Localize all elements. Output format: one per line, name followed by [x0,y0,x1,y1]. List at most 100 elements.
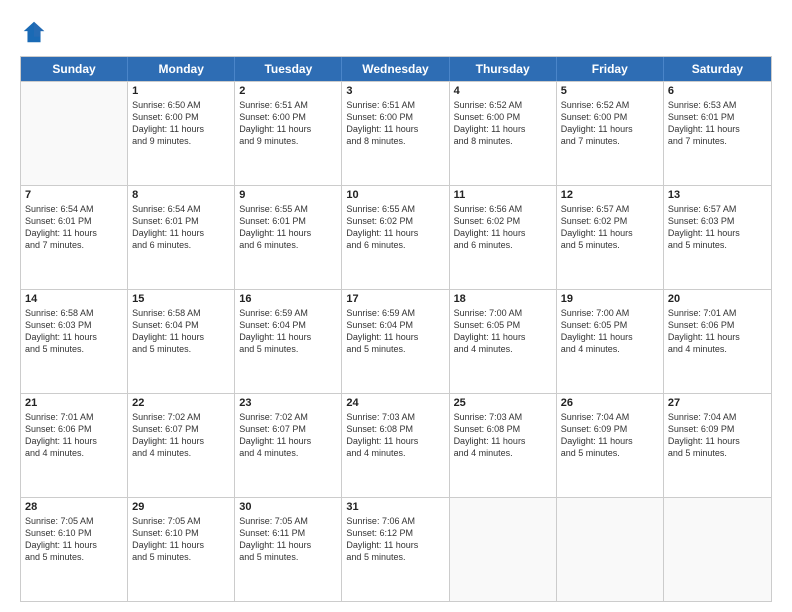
cell-line: and 5 minutes. [668,447,767,459]
cal-cell-26: 26Sunrise: 7:04 AMSunset: 6:09 PMDayligh… [557,394,664,497]
cell-line: Sunset: 6:05 PM [561,319,659,331]
cal-header-sunday: Sunday [21,57,128,81]
cell-line: Sunrise: 6:57 AM [561,203,659,215]
cal-week-3: 21Sunrise: 7:01 AMSunset: 6:06 PMDayligh… [21,393,771,497]
cell-line: and 4 minutes. [25,447,123,459]
day-number: 14 [25,293,123,305]
cell-line: and 4 minutes. [668,343,767,355]
cell-line: Daylight: 11 hours [239,331,337,343]
cell-line: Sunset: 6:01 PM [132,215,230,227]
cell-line: Sunrise: 7:01 AM [25,411,123,423]
day-number: 5 [561,85,659,97]
cell-line: and 5 minutes. [239,551,337,563]
cell-line: and 5 minutes. [346,343,444,355]
cal-cell-22: 22Sunrise: 7:02 AMSunset: 6:07 PMDayligh… [128,394,235,497]
cell-line: Daylight: 11 hours [454,227,552,239]
cell-line: Daylight: 11 hours [668,435,767,447]
cell-line: Daylight: 11 hours [346,227,444,239]
cell-line: Sunrise: 7:00 AM [561,307,659,319]
cell-line: and 4 minutes. [346,447,444,459]
cell-line: Sunrise: 6:57 AM [668,203,767,215]
cell-line: Sunset: 6:04 PM [132,319,230,331]
cell-line: and 7 minutes. [668,135,767,147]
day-number: 10 [346,189,444,201]
cell-line: and 5 minutes. [561,239,659,251]
cell-line: Sunrise: 6:53 AM [668,99,767,111]
cell-line: Sunrise: 6:52 AM [454,99,552,111]
cal-header-tuesday: Tuesday [235,57,342,81]
day-number: 25 [454,397,552,409]
cal-cell-6: 6Sunrise: 6:53 AMSunset: 6:01 PMDaylight… [664,82,771,185]
day-number: 3 [346,85,444,97]
cell-line: Sunrise: 6:50 AM [132,99,230,111]
cell-line: Sunset: 6:08 PM [454,423,552,435]
day-number: 23 [239,397,337,409]
cell-line: Sunrise: 7:02 AM [132,411,230,423]
cell-line: Sunset: 6:10 PM [132,527,230,539]
cell-line: Sunrise: 7:04 AM [668,411,767,423]
cal-header-friday: Friday [557,57,664,81]
cell-line: Sunset: 6:11 PM [239,527,337,539]
day-number: 9 [239,189,337,201]
day-number: 11 [454,189,552,201]
cell-line: Sunset: 6:01 PM [239,215,337,227]
cell-line: Sunrise: 6:59 AM [239,307,337,319]
cell-line: Sunrise: 7:03 AM [454,411,552,423]
day-number: 30 [239,501,337,513]
cell-line: Daylight: 11 hours [132,539,230,551]
cell-line: Sunset: 6:00 PM [561,111,659,123]
cell-line: Sunset: 6:04 PM [239,319,337,331]
cell-line: Sunrise: 6:55 AM [239,203,337,215]
cell-line: Sunrise: 7:03 AM [346,411,444,423]
cell-line: Sunset: 6:09 PM [561,423,659,435]
cell-line: Daylight: 11 hours [25,331,123,343]
cal-cell-23: 23Sunrise: 7:02 AMSunset: 6:07 PMDayligh… [235,394,342,497]
cal-cell-10: 10Sunrise: 6:55 AMSunset: 6:02 PMDayligh… [342,186,449,289]
day-number: 17 [346,293,444,305]
day-number: 28 [25,501,123,513]
cell-line: Sunrise: 6:54 AM [25,203,123,215]
cell-line: Sunset: 6:02 PM [561,215,659,227]
day-number: 4 [454,85,552,97]
cell-line: Sunset: 6:02 PM [454,215,552,227]
cal-cell-5: 5Sunrise: 6:52 AMSunset: 6:00 PMDaylight… [557,82,664,185]
day-number: 12 [561,189,659,201]
cal-cell-17: 17Sunrise: 6:59 AMSunset: 6:04 PMDayligh… [342,290,449,393]
cell-line: Daylight: 11 hours [561,435,659,447]
cell-line: Sunset: 6:00 PM [346,111,444,123]
day-number: 13 [668,189,767,201]
cal-cell-27: 27Sunrise: 7:04 AMSunset: 6:09 PMDayligh… [664,394,771,497]
cell-line: Sunset: 6:03 PM [25,319,123,331]
cell-line: Daylight: 11 hours [25,435,123,447]
cell-line: Daylight: 11 hours [239,227,337,239]
cell-line: Sunset: 6:07 PM [239,423,337,435]
cell-line: Daylight: 11 hours [132,123,230,135]
cell-line: and 4 minutes. [454,343,552,355]
cell-line: Daylight: 11 hours [454,123,552,135]
cell-line: and 6 minutes. [239,239,337,251]
cell-line: Sunset: 6:10 PM [25,527,123,539]
page: SundayMondayTuesdayWednesdayThursdayFrid… [0,0,792,612]
cell-line: Sunset: 6:04 PM [346,319,444,331]
cell-line: Daylight: 11 hours [346,435,444,447]
cell-line: Sunset: 6:00 PM [132,111,230,123]
cell-line: Sunset: 6:02 PM [346,215,444,227]
day-number: 6 [668,85,767,97]
cal-cell-empty-4 [450,498,557,601]
cell-line: Sunset: 6:08 PM [346,423,444,435]
cal-cell-1: 1Sunrise: 6:50 AMSunset: 6:00 PMDaylight… [128,82,235,185]
day-number: 24 [346,397,444,409]
cal-cell-30: 30Sunrise: 7:05 AMSunset: 6:11 PMDayligh… [235,498,342,601]
cal-cell-empty-5 [557,498,664,601]
cell-line: and 5 minutes. [561,447,659,459]
cell-line: Daylight: 11 hours [668,227,767,239]
calendar-body: 1Sunrise: 6:50 AMSunset: 6:00 PMDaylight… [21,81,771,601]
cal-cell-16: 16Sunrise: 6:59 AMSunset: 6:04 PMDayligh… [235,290,342,393]
cell-line: Sunrise: 6:54 AM [132,203,230,215]
cell-line: Sunset: 6:03 PM [668,215,767,227]
cell-line: Sunset: 6:00 PM [239,111,337,123]
cell-line: Sunrise: 6:51 AM [346,99,444,111]
cell-line: and 8 minutes. [454,135,552,147]
cell-line: Daylight: 11 hours [454,331,552,343]
cal-week-0: 1Sunrise: 6:50 AMSunset: 6:00 PMDaylight… [21,81,771,185]
